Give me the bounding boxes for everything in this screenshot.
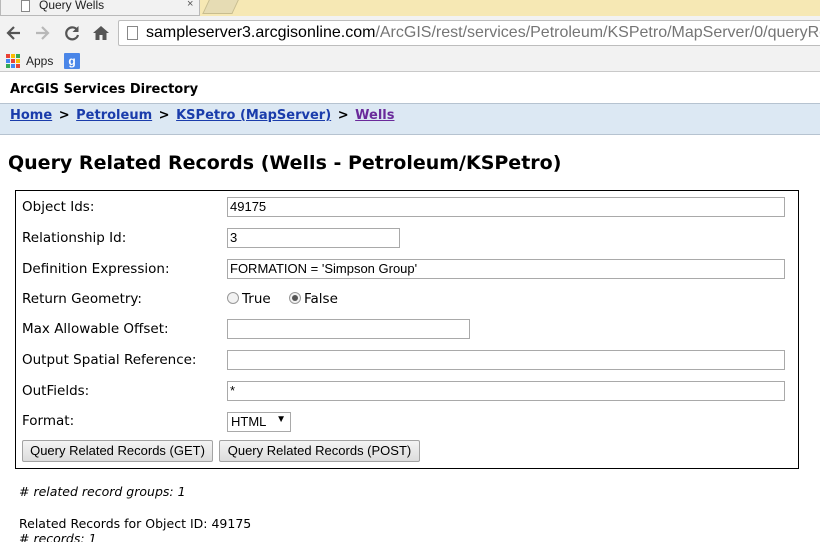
bookmarks-bar: Apps g <box>0 50 820 72</box>
tab-title: Query Wells <box>39 0 105 12</box>
page-icon <box>127 26 138 40</box>
back-icon[interactable] <box>4 23 24 43</box>
definition-expression-field[interactable]: FORMATION = 'Simpson Group' <box>227 259 785 279</box>
outfields-row: OutFields: * <box>22 381 792 403</box>
dropdown-arrow-icon: ▼ <box>276 414 286 425</box>
return-geometry-true-radio[interactable] <box>227 292 239 304</box>
breadcrumb-separator: > <box>337 108 349 123</box>
page-icon <box>21 0 30 12</box>
apps-bookmark[interactable]: Apps <box>26 54 53 68</box>
max-allowable-offset-field[interactable] <box>227 319 470 339</box>
max-allowable-offset-label: Max Allowable Offset: <box>22 321 169 337</box>
outfields-label: OutFields: <box>22 383 90 399</box>
breadcrumb-separator: > <box>58 108 70 123</box>
object-ids-row: Object Ids: 49175 <box>22 197 792 219</box>
new-tab-button[interactable] <box>202 0 240 14</box>
format-selected-value: HTML <box>231 414 267 429</box>
buttons-row: Query Related Records (GET) Query Relate… <box>22 440 792 462</box>
definition-expression-row: Definition Expression: FORMATION = 'Simp… <box>22 259 792 281</box>
home-icon[interactable] <box>91 23 111 43</box>
return-geometry-label: Return Geometry: <box>22 291 142 307</box>
query-get-button[interactable]: Query Related Records (GET) <box>22 440 213 462</box>
browser-tab-strip: Query Wells × <box>0 0 820 16</box>
object-ids-field[interactable]: 49175 <box>227 197 785 217</box>
page-title: Query Related Records (Wells - Petroleum… <box>8 152 562 174</box>
definition-expression-label: Definition Expression: <box>22 261 170 277</box>
breadcrumb: Home > Petroleum > KSPetro (MapServer) >… <box>10 108 394 123</box>
breadcrumb-wells[interactable]: Wells <box>355 108 394 123</box>
object-ids-label: Object Ids: <box>22 199 95 215</box>
output-spatial-reference-label: Output Spatial Reference: <box>22 352 197 368</box>
reload-icon[interactable] <box>62 23 82 43</box>
page-content: ArcGIS Services Directory Home > Petrole… <box>0 72 820 542</box>
address-bar[interactable]: sampleserver3.arcgisonline.com/ArcGIS/re… <box>118 20 820 46</box>
related-records-heading: Related Records for Object ID: 49175 <box>19 516 252 531</box>
output-spatial-reference-row: Output Spatial Reference: <box>22 350 792 372</box>
format-row: Format: HTML ▼ <box>22 411 792 433</box>
records-count: # records: 1 <box>19 531 97 542</box>
radio-label-true[interactable]: True <box>242 291 271 307</box>
max-allowable-offset-row: Max Allowable Offset: <box>22 319 792 341</box>
relationship-id-label: Relationship Id: <box>22 230 127 246</box>
url-text[interactable]: sampleserver3.arcgisonline.com/ArcGIS/re… <box>146 24 820 42</box>
radio-label-false[interactable]: False <box>304 291 338 307</box>
outfields-field[interactable]: * <box>227 381 785 401</box>
relationship-id-row: Relationship Id: 3 <box>22 228 792 250</box>
return-geometry-false-radio[interactable] <box>288 292 301 304</box>
breadcrumb-bar: Home > Petroleum > KSPetro (MapServer) >… <box>0 103 820 135</box>
apps-icon[interactable] <box>6 54 20 68</box>
return-geometry-radio-group: True False <box>227 291 352 307</box>
browser-tab[interactable]: Query Wells × <box>0 0 200 16</box>
relationship-id-field[interactable]: 3 <box>227 228 400 248</box>
browser-toolbar: sampleserver3.arcgisonline.com/ArcGIS/re… <box>0 16 820 50</box>
format-select[interactable]: HTML ▼ <box>227 412 291 432</box>
breadcrumb-petroleum[interactable]: Petroleum <box>76 108 152 123</box>
return-geometry-row: Return Geometry: True False <box>22 289 792 311</box>
directory-title: ArcGIS Services Directory <box>10 82 199 97</box>
breadcrumb-kspetro[interactable]: KSPetro (MapServer) <box>176 108 331 123</box>
related-record-groups-count: # related record groups: 1 <box>19 484 186 499</box>
query-form: Object Ids: 49175 Relationship Id: 3 Def… <box>15 190 799 469</box>
breadcrumb-separator: > <box>158 108 170 123</box>
format-label: Format: <box>22 413 75 429</box>
output-spatial-reference-field[interactable] <box>227 350 785 370</box>
query-post-button[interactable]: Query Related Records (POST) <box>219 440 420 462</box>
close-tab-icon[interactable]: × <box>187 0 193 10</box>
google-bookmark-icon[interactable]: g <box>64 53 80 69</box>
breadcrumb-home[interactable]: Home <box>10 108 52 123</box>
forward-icon[interactable] <box>32 23 52 43</box>
